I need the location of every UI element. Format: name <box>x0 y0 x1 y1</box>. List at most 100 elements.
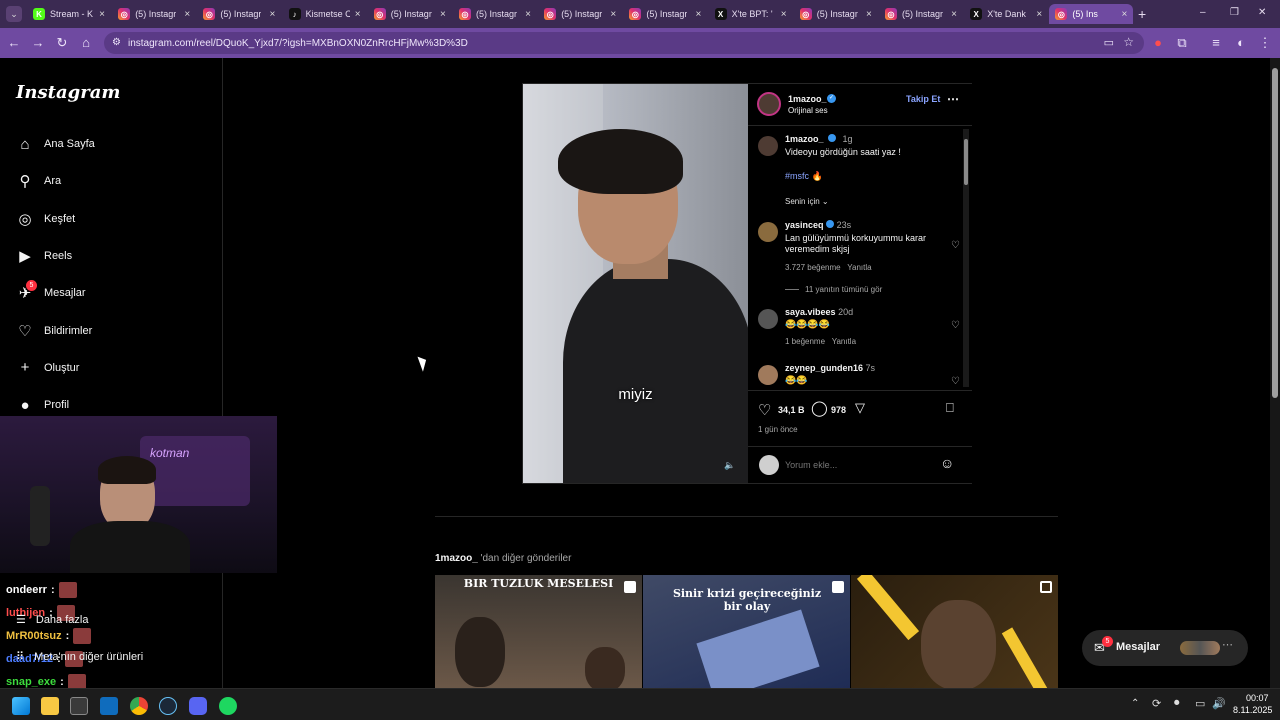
mute-icon[interactable]: 🔈 <box>724 460 735 471</box>
tab-close-icon[interactable]: × <box>525 9 531 20</box>
browser-tab[interactable]: K Stream - K × <box>27 4 111 24</box>
sidebar-item-ana-sayfa[interactable]: ⌂ Ana Sayfa <box>16 132 94 156</box>
address-bar[interactable]: ⚙ instagram.com/reel/DQuoK_Yjxd7/?igsh=M… <box>104 32 1144 54</box>
comment-count[interactable]: 978 <box>831 405 846 415</box>
browser-tab[interactable]: ◎ (5) Instagr × <box>112 4 196 24</box>
profile-avatar-icon[interactable]: ◐ <box>1233 35 1249 51</box>
tray-sync-icon[interactable]: ⟳ <box>1152 697 1161 710</box>
reply-button[interactable]: Yanıtla <box>832 337 856 346</box>
tab-close-icon[interactable]: × <box>184 9 190 20</box>
comment-avatar[interactable] <box>758 365 778 385</box>
comment-username[interactable]: zeynep_gunden16 <box>785 363 863 373</box>
extension-red-icon[interactable]: ● <box>1150 35 1166 51</box>
store-icon[interactable] <box>70 697 88 715</box>
network-icon[interactable]: ▭ <box>1195 697 1205 710</box>
minimize-icon[interactable]: – <box>1200 7 1206 18</box>
bookmark-star-icon[interactable]: ☆ <box>1123 35 1134 49</box>
browser-tab[interactable]: X X'te Dank × <box>964 4 1048 24</box>
share-icon[interactable]: ▽ <box>855 400 865 416</box>
audio-label[interactable]: Orijinal ses <box>788 106 828 115</box>
comments-scrollbar[interactable] <box>963 129 969 387</box>
browser-tab[interactable]: ◎ (5) Ins × <box>1049 4 1134 24</box>
comment-username[interactable]: saya.vibees <box>785 307 836 317</box>
author-username[interactable]: 1mazoo_ <box>788 94 827 104</box>
tab-close-icon[interactable]: × <box>866 9 872 20</box>
discord-icon[interactable] <box>189 697 207 715</box>
emoji-icon[interactable]: ☺ <box>940 455 954 471</box>
reload-icon[interactable]: ↻ <box>54 35 70 51</box>
tab-close-icon[interactable]: × <box>696 9 702 20</box>
tab-close-icon[interactable]: × <box>270 9 276 20</box>
steam-icon[interactable] <box>159 697 177 715</box>
sidebar-item-bildirimler[interactable]: ♡ Bildirimler <box>16 319 92 343</box>
reply-button[interactable]: Yanıtla <box>847 263 871 272</box>
sidebar-item-ke-fet[interactable]: ◎ Keşfet <box>16 207 75 231</box>
restore-icon[interactable]: ❐ <box>1230 7 1239 18</box>
tab-search-button[interactable]: ⌄ <box>6 6 22 22</box>
browser-tab[interactable]: ◎ (5) Instagr × <box>453 4 537 24</box>
comment-avatar[interactable] <box>758 309 778 329</box>
like-count[interactable]: 34,1 B <box>778 405 805 415</box>
browser-tab[interactable]: ◎ (5) Instagr × <box>879 4 963 24</box>
tab-close-icon[interactable]: × <box>1036 9 1042 20</box>
follow-button[interactable]: Takip Et <box>906 94 940 104</box>
tab-close-icon[interactable]: × <box>1122 9 1128 20</box>
tab-close-icon[interactable]: × <box>440 9 446 20</box>
media-control-icon[interactable]: ≡ <box>1208 35 1224 51</box>
comment-likes[interactable]: 1 beğenme <box>785 337 825 346</box>
hashtag-link[interactable]: #msfc 🔥 <box>785 171 823 182</box>
browser-tab[interactable]: ◎ (5) Instagr × <box>623 4 707 24</box>
sidebar-item-mesajlar[interactable]: ✈ 5 Mesajlar <box>16 280 86 305</box>
reel-video[interactable]: miyiz 🔈 <box>523 84 748 483</box>
comment-icon[interactable]: ◯ <box>811 399 828 417</box>
browser-tab[interactable]: ◎ (5) Instagr × <box>794 4 878 24</box>
sidebar-item-profil[interactable]: ● Profil <box>16 393 69 417</box>
comment-avatar[interactable] <box>758 222 778 242</box>
more-post-thumb[interactable]: BIR TUZLUK MESELESI <box>435 575 642 688</box>
back-icon[interactable]: ← <box>6 35 22 51</box>
tab-close-icon[interactable]: × <box>610 9 616 20</box>
comment-likes[interactable]: 3.727 beğenme <box>785 263 841 272</box>
windows-start-icon[interactable] <box>12 697 30 715</box>
spotify-icon[interactable] <box>219 697 237 715</box>
new-tab-icon[interactable]: + <box>1138 6 1146 22</box>
more-posts-username[interactable]: 1mazoo_ <box>435 553 478 564</box>
comment-like-icon[interactable]: ♡ <box>951 240 960 251</box>
outlook-icon[interactable] <box>100 697 118 715</box>
clock-time[interactable]: 00:07 <box>1246 693 1269 703</box>
page-scrollbar[interactable] <box>1270 58 1280 688</box>
view-replies-button[interactable]: 11 yanıtın tümünü gör <box>785 285 882 294</box>
sort-dropdown[interactable]: Senin için ⌄ <box>785 197 829 206</box>
caption-avatar[interactable] <box>758 136 778 156</box>
tab-close-icon[interactable]: × <box>781 9 787 20</box>
window-close-icon[interactable]: ✕ <box>1258 7 1266 18</box>
browser-tab[interactable]: ◎ (5) Instagr × <box>197 4 281 24</box>
caption-username[interactable]: 1mazoo_ <box>785 134 824 144</box>
like-icon[interactable]: ♡ <box>758 401 771 419</box>
install-icon[interactable]: ▭ <box>1104 36 1114 49</box>
clock-date[interactable]: 8.11.2025 <box>1233 705 1272 715</box>
sidebar-meta-products[interactable]: ⠿ Meta'nın diğer ürünleri <box>16 650 143 664</box>
volume-icon[interactable]: 🔊 <box>1212 697 1226 710</box>
extensions-icon[interactable]: ⧉ <box>1174 35 1190 51</box>
site-info-icon[interactable]: ⚙ <box>112 37 121 48</box>
more-options-icon[interactable]: ⋯ <box>947 92 959 106</box>
microphone-icon[interactable]: ⏺ <box>1174 697 1180 710</box>
comment-username[interactable]: yasinceq <box>785 220 824 230</box>
comments-scroll-area[interactable]: 1mazoo_ 1g Videoyu gördüğün saati yaz ! … <box>748 127 972 389</box>
author-avatar[interactable] <box>757 92 781 116</box>
browser-tab[interactable]: ◎ (5) Instagr × <box>538 4 622 24</box>
instagram-logo[interactable]: Instagram <box>16 82 120 103</box>
tab-close-icon[interactable]: × <box>355 9 361 20</box>
chrome-icon[interactable] <box>130 697 148 715</box>
sidebar-item-olu-tur[interactable]: + Oluştur <box>16 356 80 380</box>
forward-icon[interactable]: → <box>30 35 46 51</box>
sidebar-item-ara[interactable]: ⚲ Ara <box>16 169 62 193</box>
browser-tab[interactable]: X X'te BPT: ' × <box>709 4 793 24</box>
comment-input[interactable] <box>785 457 925 473</box>
comment-like-icon[interactable]: ♡ <box>951 320 960 331</box>
comment-like-icon[interactable]: ♡ <box>951 376 960 387</box>
browser-tab[interactable]: ◎ (5) Instagr × <box>368 4 452 24</box>
tray-chevron-icon[interactable]: ⌃ <box>1131 698 1139 709</box>
file-explorer-icon[interactable] <box>41 697 59 715</box>
